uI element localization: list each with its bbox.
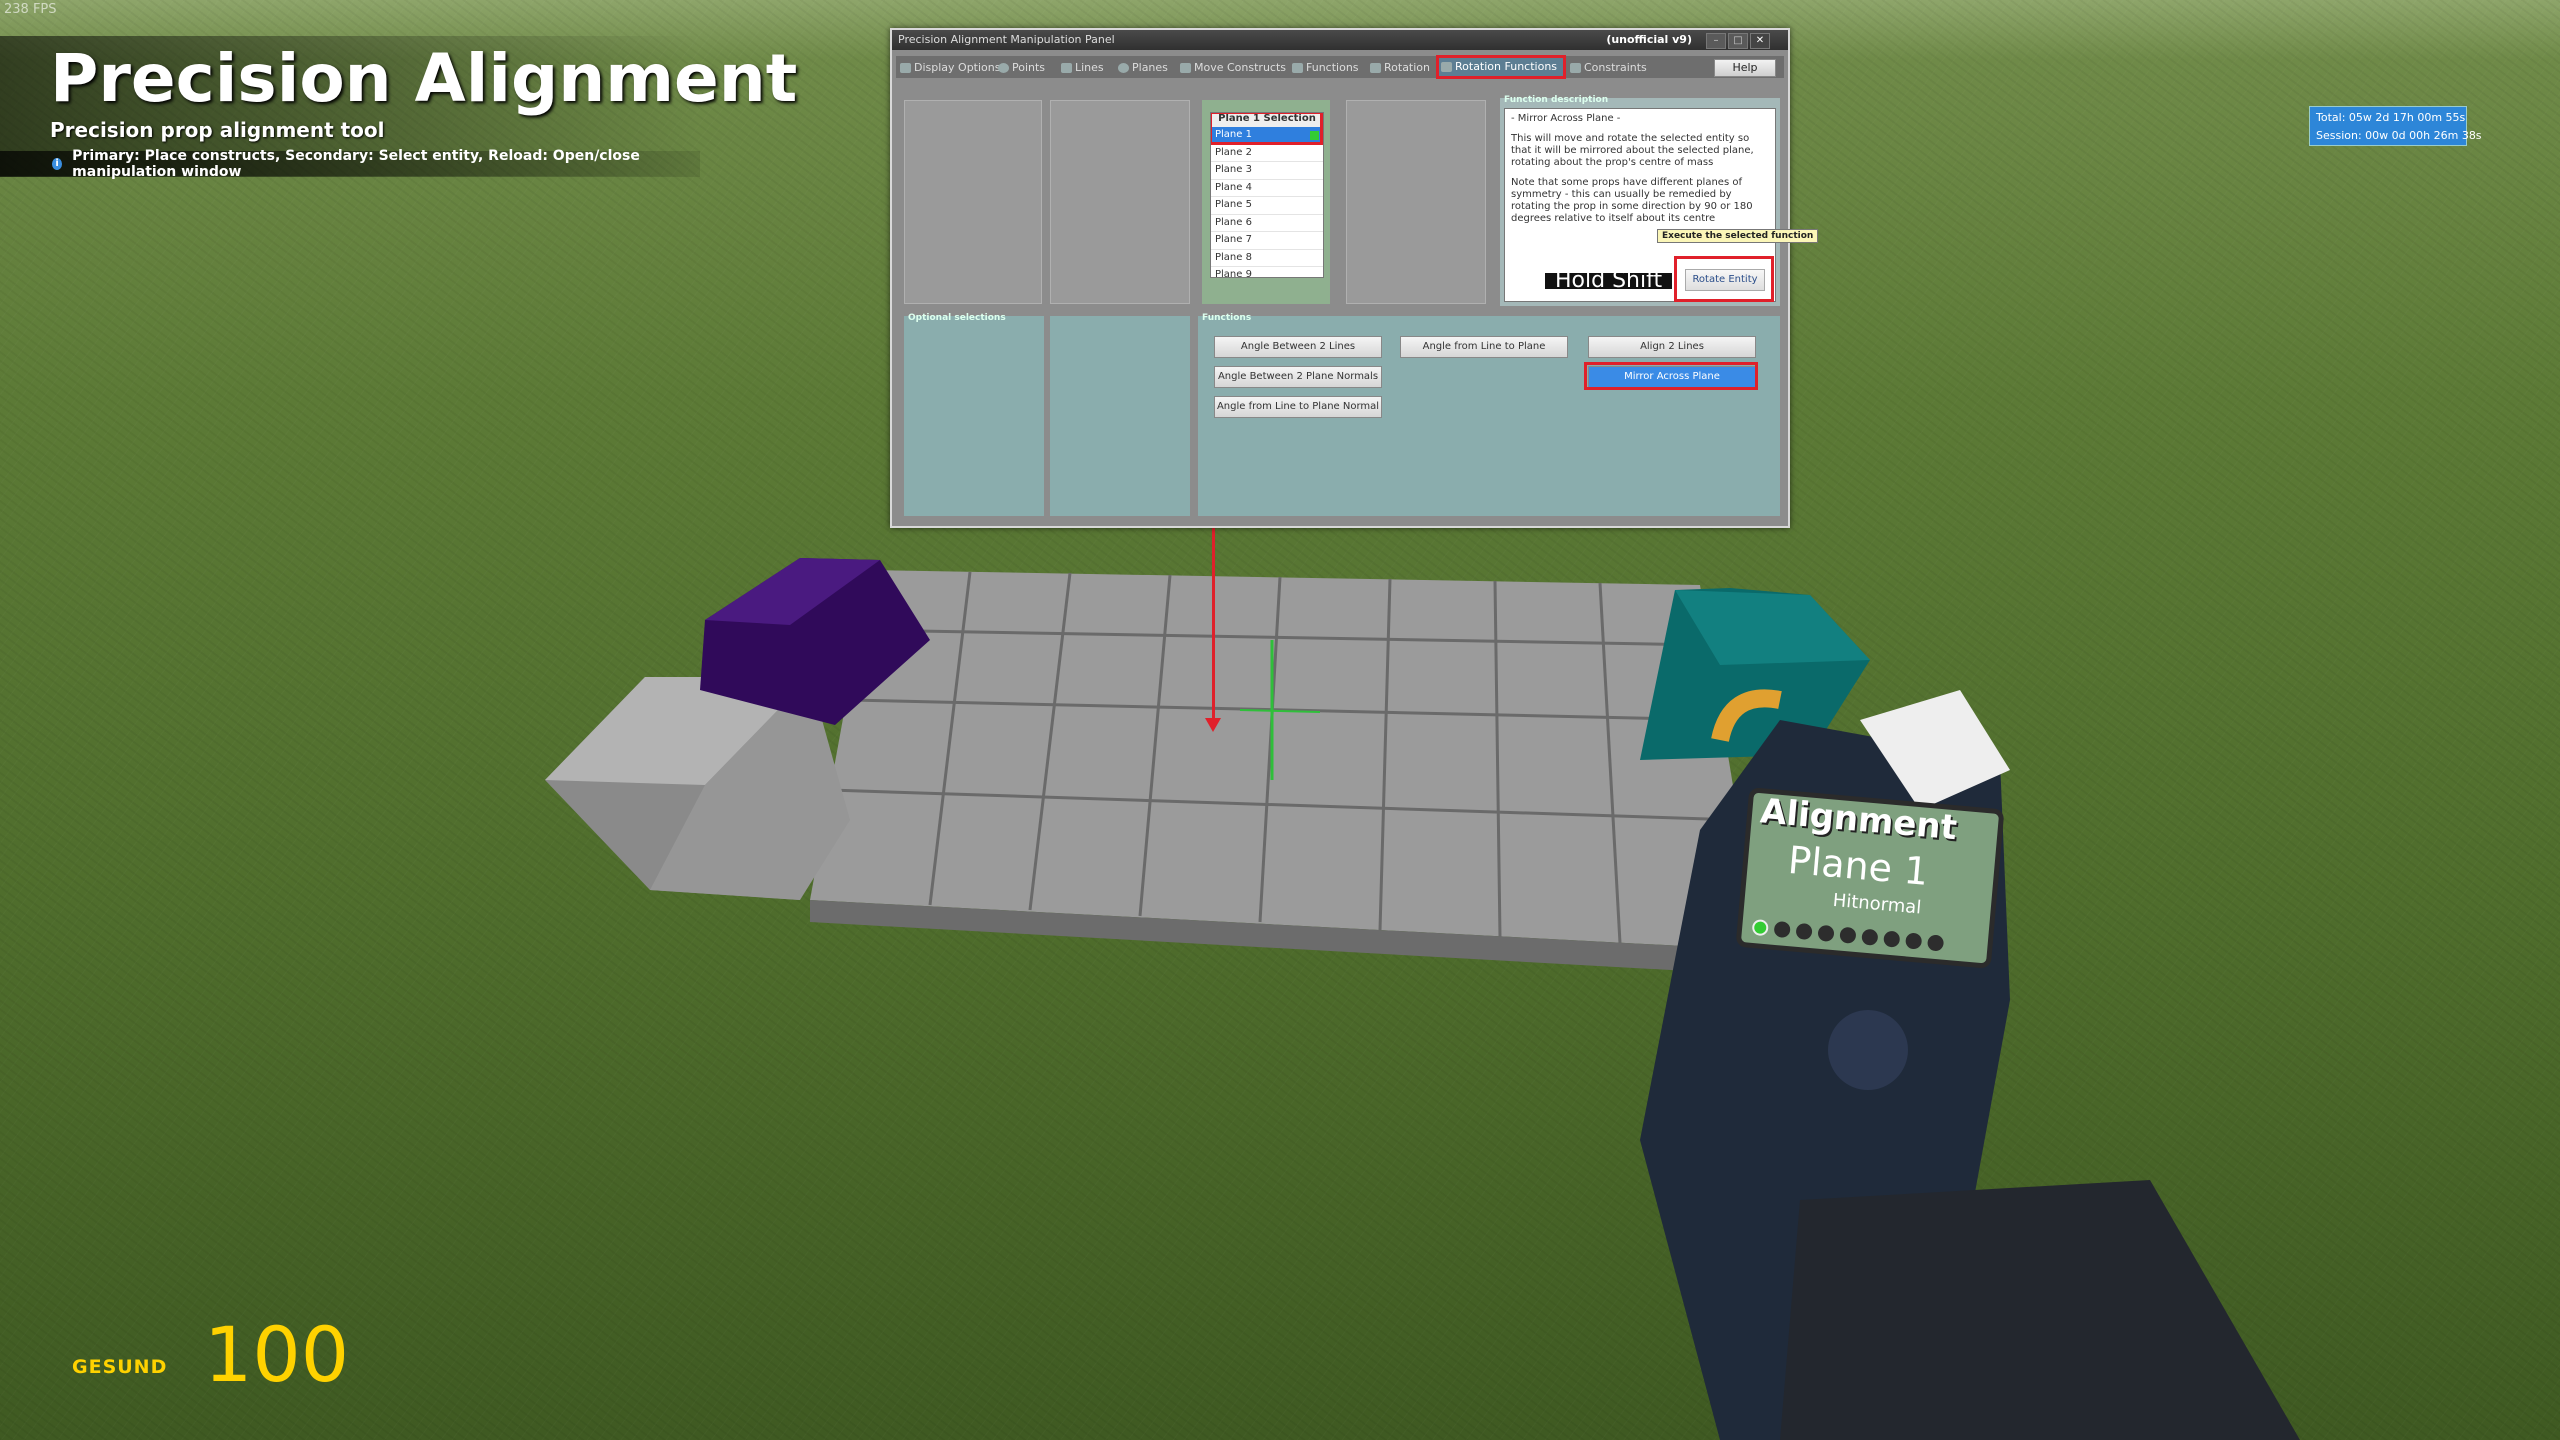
plane-item-9[interactable]: Plane 9: [1211, 267, 1323, 277]
tab-functions[interactable]: Functions: [1290, 59, 1359, 77]
plane-item-4[interactable]: Plane 4: [1211, 180, 1323, 197]
maximize-button[interactable]: □: [1728, 33, 1748, 49]
functions-panel: Functions Angle Between 2 Lines Angle fr…: [1198, 313, 1780, 516]
dot: [1905, 932, 1923, 950]
fps-counter: 238 FPS: [4, 2, 57, 17]
tool-hint-text: Primary: Place constructs, Secondary: Se…: [72, 148, 640, 180]
glove: [1780, 1180, 2300, 1440]
tool-screen: Alignment Plane 1 Hitnormal: [1735, 787, 2005, 969]
planes-icon: [1118, 63, 1129, 73]
dot: [1883, 930, 1901, 948]
info-icon: i: [52, 158, 63, 170]
rotation-icon: [1370, 63, 1381, 73]
optional-selections-label: Optional selections: [908, 313, 1006, 323]
lines-icon: [1061, 63, 1072, 73]
plane-item-1[interactable]: Plane 1: [1211, 127, 1323, 145]
fn-angle-from-line-to-plane-normal[interactable]: Angle from Line to Plane Normal: [1214, 396, 1382, 418]
functions-icon: [1292, 63, 1303, 73]
tool-screen-sub: Hitnormal: [1831, 889, 1923, 919]
tab-lines[interactable]: Lines: [1059, 59, 1104, 77]
rotation-functions-icon: [1441, 62, 1452, 72]
rotate-entity-label: Rotate Entity: [1685, 269, 1765, 291]
window-titlebar[interactable]: Precision Alignment Manipulation Panel (…: [892, 30, 1788, 50]
plane-item-5[interactable]: Plane 5: [1211, 197, 1323, 215]
tab-rotation[interactable]: Rotation: [1368, 59, 1430, 77]
close-button[interactable]: ✕: [1750, 33, 1770, 49]
plane-item-6[interactable]: Plane 6: [1211, 215, 1323, 232]
points-icon: [998, 63, 1009, 73]
tab-constraints[interactable]: Constraints: [1568, 59, 1647, 77]
manipulation-window: Precision Alignment Manipulation Panel (…: [890, 28, 1819, 528]
plane-list: Plane 1 Selection Plane 1 Plane 2 Plane …: [1210, 112, 1324, 278]
dot: [1773, 920, 1791, 939]
session-total: Total: 05w 2d 17h 00m 55s: [2316, 111, 2466, 124]
fn-angle-from-line-to-plane[interactable]: Angle from Line to Plane: [1400, 336, 1568, 358]
tool-screen-dots: [1751, 918, 1945, 952]
tab-move-constructs[interactable]: Move Constructs: [1178, 59, 1286, 77]
tool-hint-bar: i Primary: Place constructs, Secondary: …: [0, 148, 700, 180]
function-description-panel: Function description - Mirror Across Pla…: [1500, 95, 1780, 306]
tab-points[interactable]: Points: [996, 59, 1045, 77]
optional-selections-panel: Optional selections: [904, 313, 1044, 516]
optional-slot-2[interactable]: [1050, 316, 1190, 516]
selected-indicator-icon: [1310, 131, 1319, 140]
fn-align-2-lines[interactable]: Align 2 Lines: [1588, 336, 1756, 358]
function-description-label: Function description: [1504, 95, 1609, 105]
fn-angle-between-2-plane-normals[interactable]: Angle Between 2 Plane Normals: [1214, 366, 1382, 388]
tool-title: Precision Alignment: [50, 40, 798, 117]
description-paragraph-2: Note that some props have different plan…: [1511, 177, 1753, 224]
plane-selection-header: Plane 1 Selection: [1211, 113, 1323, 127]
rotate-entity-button[interactable]: Rotate Entity: [1674, 256, 1774, 302]
window-title: Precision Alignment Manipulation Panel: [898, 33, 1115, 46]
plane-item-3[interactable]: Plane 3: [1211, 162, 1323, 180]
plane-item-2[interactable]: Plane 2: [1211, 145, 1323, 162]
description-paragraph-1: This will move and rotate the selected e…: [1511, 133, 1754, 168]
dot: [1861, 928, 1879, 946]
dot: [1817, 924, 1835, 943]
tab-display-options[interactable]: Display Options: [898, 59, 1001, 77]
dot: [1795, 922, 1813, 941]
help-button[interactable]: Help: [1714, 59, 1776, 77]
execute-tooltip: Execute the selected function: [1657, 229, 1819, 243]
fn-angle-between-2-lines[interactable]: Angle Between 2 Lines: [1214, 336, 1382, 358]
plane-normal-arrow: [1205, 718, 1221, 732]
entity-slot-1[interactable]: [904, 100, 1042, 304]
functions-label: Functions: [1202, 313, 1252, 323]
entity-slot-2[interactable]: [1050, 100, 1190, 304]
tool-subtitle: Precision prop alignment tool: [50, 118, 385, 142]
plane-selection-panel: Plane 1 Selection Plane 1 Plane 2 Plane …: [1202, 100, 1330, 304]
session-current: Session: 00w 0d 00h 26m 38s: [2316, 129, 2482, 142]
plane-item-8[interactable]: Plane 8: [1211, 250, 1323, 267]
health-label: GESUND: [72, 1356, 168, 1378]
hold-shift-hint: Hold Shift: [1545, 270, 1673, 292]
description-title: - Mirror Across Plane -: [1511, 113, 1621, 124]
tool-screen-plane: Plane 1: [1786, 837, 1931, 894]
tab-bar: Display Options Points Lines Planes Move…: [896, 55, 1784, 79]
health-value: 100: [204, 1310, 350, 1399]
mirror-highlight: [1584, 362, 1758, 390]
dot-active: [1751, 918, 1769, 937]
session-timer: Total: 05w 2d 17h 00m 55s Session: 00w 0…: [2309, 106, 2482, 146]
tab-planes[interactable]: Planes: [1116, 59, 1168, 77]
constraints-icon: [1570, 63, 1581, 73]
dot: [1926, 934, 1945, 952]
version-label: (unofficial v9): [1606, 33, 1692, 46]
dot: [1839, 926, 1857, 944]
move-icon: [1180, 63, 1191, 73]
entity-slot-3[interactable]: [1346, 100, 1486, 304]
display-icon: [900, 63, 911, 73]
minimize-button[interactable]: –: [1706, 33, 1726, 49]
tab-rotation-functions[interactable]: Rotation Functions: [1436, 55, 1566, 79]
plane-item-7[interactable]: Plane 7: [1211, 232, 1323, 250]
